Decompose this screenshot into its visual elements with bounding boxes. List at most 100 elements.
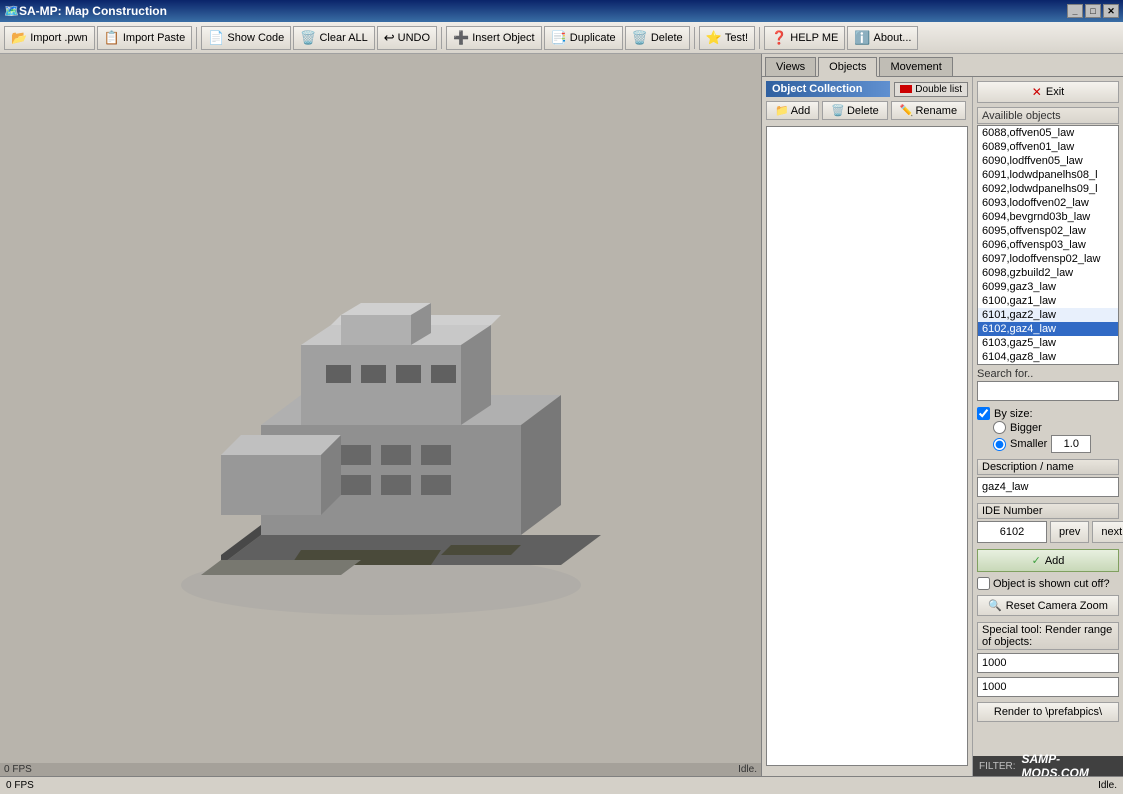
- clear-all-icon: 🗑️: [300, 30, 316, 46]
- exit-button[interactable]: ✕ Exit: [977, 81, 1119, 103]
- status-bar: 0 FPS Idle.: [0, 763, 761, 776]
- ide-number-input[interactable]: [977, 521, 1047, 543]
- insert-object-button[interactable]: ➕ Insert Object: [446, 26, 542, 50]
- minimize-button[interactable]: _: [1067, 4, 1083, 18]
- undo-icon: ↩: [384, 30, 395, 46]
- list-item[interactable]: 6100,gaz1_law: [978, 294, 1118, 308]
- collection-header: Object Collection Double list: [766, 81, 968, 97]
- list-item[interactable]: 6091,lodwdpanelhs08_l: [978, 168, 1118, 182]
- duplicate-button[interactable]: 📑 Duplicate: [544, 26, 623, 50]
- tab-views[interactable]: Views: [765, 57, 816, 76]
- object-list[interactable]: 6086,lodoffvencp_law06087,offven01_law60…: [977, 125, 1119, 365]
- search-area: Search for..: [977, 368, 1119, 401]
- tab-objects[interactable]: Objects: [818, 57, 877, 77]
- filter-label: FILTER:: [979, 761, 1015, 772]
- test-icon: ⭐: [706, 30, 722, 46]
- delete-button[interactable]: 🗑️ Delete: [625, 26, 690, 50]
- reset-camera-icon: 🔍: [988, 599, 1002, 612]
- delete-folder-icon: 🗑️: [831, 104, 845, 117]
- show-code-button[interactable]: 📄 Show Code: [201, 26, 291, 50]
- list-item[interactable]: 6101,gaz2_law: [978, 308, 1118, 322]
- bigger-radio[interactable]: [993, 421, 1006, 434]
- duplicate-icon: 📑: [551, 30, 567, 46]
- collection-actions: 📁 Add 🗑️ Delete ✏️ Rename: [766, 101, 968, 120]
- cutoff-checkbox[interactable]: [977, 577, 990, 590]
- description-input[interactable]: [977, 477, 1119, 497]
- undo-button[interactable]: ↩ UNDO: [377, 26, 437, 50]
- description-section: Description / name: [977, 459, 1119, 497]
- render-button[interactable]: Render to \prefabpics\: [977, 702, 1119, 722]
- exit-area: ✕ Exit: [973, 77, 1123, 105]
- title-icon: 🗺️: [4, 4, 19, 18]
- by-size-label: By size:: [994, 408, 1033, 420]
- ide-number-label: IDE Number: [977, 503, 1119, 519]
- bottom-status-bar: 0 FPS Idle.: [0, 776, 1123, 794]
- delete-icon: 🗑️: [632, 30, 648, 46]
- fps-display: 0 FPS: [4, 764, 32, 775]
- about-icon: ℹ️: [854, 30, 870, 46]
- toolbar: 📂 Import .pwn 📋 Import Paste 📄 Show Code…: [0, 22, 1123, 54]
- close-button[interactable]: ✕: [1103, 4, 1119, 18]
- list-item[interactable]: 6093,lodoffven02_law: [978, 196, 1118, 210]
- add-folder-icon: 📁: [775, 104, 789, 117]
- list-item[interactable]: 6094,bevgrnd03b_law: [978, 210, 1118, 224]
- help-button[interactable]: ❓ HELP ME: [764, 26, 845, 50]
- list-item[interactable]: 6089,offven01_law: [978, 140, 1118, 154]
- special-tool-label: Special tool: Render range of objects:: [977, 622, 1119, 650]
- insert-icon: ➕: [453, 30, 469, 46]
- help-icon: ❓: [771, 30, 787, 46]
- list-item[interactable]: 6095,offvensp02_law: [978, 224, 1118, 238]
- list-item[interactable]: 6096,offvensp03_law: [978, 238, 1118, 252]
- list-item[interactable]: 6099,gaz3_law: [978, 280, 1118, 294]
- object-list-container: 6086,lodoffvencp_law06087,offven01_law60…: [977, 125, 1119, 365]
- import-pwn-button[interactable]: 📂 Import .pwn: [4, 26, 95, 50]
- list-item[interactable]: 6104,gaz8_law: [978, 350, 1118, 364]
- right-panel: Views Objects Movement Object Collection…: [762, 54, 1123, 776]
- available-objects-label: Availible objects: [977, 107, 1119, 124]
- reset-camera-button[interactable]: 🔍 Reset Camera Zoom: [977, 595, 1119, 616]
- exit-icon: ✕: [1032, 85, 1042, 99]
- add-object-button[interactable]: ✓ Add: [977, 549, 1119, 572]
- list-item[interactable]: 6090,lodffven05_law: [978, 154, 1118, 168]
- smaller-radio[interactable]: [993, 438, 1006, 451]
- object-collection-panel: Object Collection Double list 📁 Add 🗑️ D…: [762, 77, 973, 776]
- collection-title: Object Collection: [766, 81, 890, 97]
- collection-delete-button[interactable]: 🗑️ Delete: [822, 101, 888, 120]
- titlebar: 🗺️ SA-MP: Map Construction _ □ ✕: [0, 0, 1123, 22]
- import-pwn-icon: 📂: [11, 30, 27, 46]
- list-item[interactable]: 6088,offven05_law: [978, 126, 1118, 140]
- render-range-input-1[interactable]: [977, 653, 1119, 673]
- collection-rename-button[interactable]: ✏️ Rename: [891, 101, 966, 120]
- clear-all-button[interactable]: 🗑️ Clear ALL: [293, 26, 375, 50]
- render-range-input-2[interactable]: [977, 677, 1119, 697]
- about-button[interactable]: ℹ️ About...: [847, 26, 918, 50]
- list-item[interactable]: 6097,lodoffvensp02_law: [978, 252, 1118, 266]
- list-item[interactable]: 6102,gaz4_law: [978, 322, 1118, 336]
- tab-movement[interactable]: Movement: [879, 57, 952, 76]
- ide-number-section: IDE Number prev next: [977, 503, 1119, 543]
- list-item[interactable]: 6092,lodwdpanelhs09_l: [978, 182, 1118, 196]
- size-value-input[interactable]: [1051, 435, 1091, 453]
- collection-list[interactable]: [766, 126, 968, 766]
- maximize-button[interactable]: □: [1085, 4, 1101, 18]
- search-input[interactable]: [977, 381, 1119, 401]
- smaller-label: Smaller: [1010, 438, 1047, 450]
- filter-logo: SAMP-MODS.COM: [1021, 752, 1117, 776]
- double-list-icon: [900, 85, 912, 93]
- test-button[interactable]: ⭐ Test!: [699, 26, 755, 50]
- prev-button[interactable]: prev: [1050, 521, 1089, 543]
- viewport[interactable]: 0 FPS Idle.: [0, 54, 762, 776]
- by-size-checkbox[interactable]: [977, 407, 990, 420]
- toolbar-sep-4: [759, 27, 760, 49]
- list-item[interactable]: 6103,gaz5_law: [978, 336, 1118, 350]
- toolbar-sep-2: [441, 27, 442, 49]
- import-paste-button[interactable]: 📋 Import Paste: [97, 26, 193, 50]
- building-3d-view: [141, 195, 621, 635]
- import-paste-icon: 📋: [104, 30, 120, 46]
- tabs-row: Views Objects Movement: [762, 54, 1123, 77]
- double-list-button[interactable]: Double list: [894, 82, 968, 97]
- collection-add-button[interactable]: 📁 Add: [766, 101, 819, 120]
- list-item[interactable]: 6098,gzbuild2_law: [978, 266, 1118, 280]
- next-button[interactable]: next: [1092, 521, 1123, 543]
- by-size-area: By size: Bigger Smaller: [977, 407, 1119, 453]
